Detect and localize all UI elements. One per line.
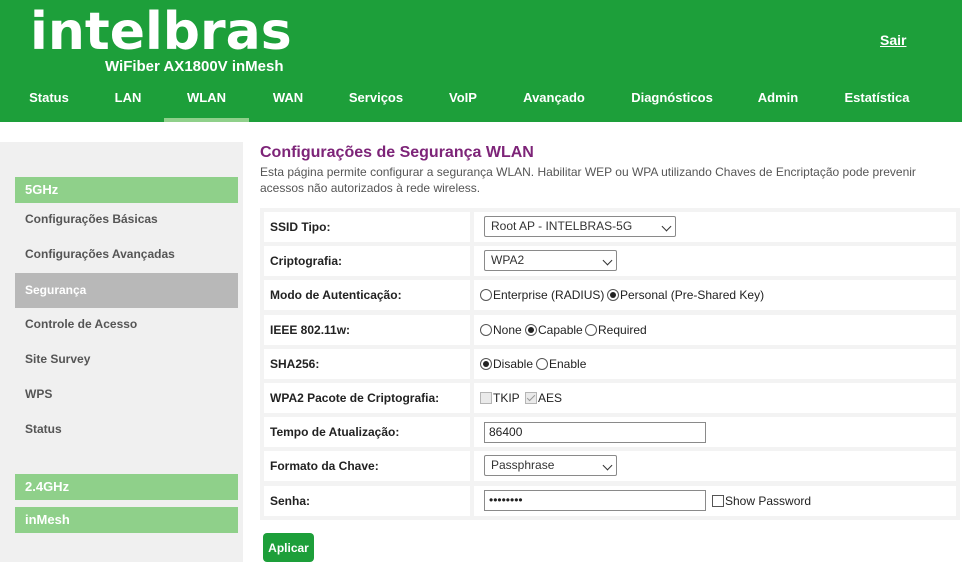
form-row-key-format: Formato da Chave: Passphrase [264, 451, 956, 481]
auth-mode-option-personal[interactable]: Personal (Pre-Shared Key) [607, 288, 764, 302]
ieee80211w-label: IEEE 802.11w: [264, 315, 470, 345]
key-format-select[interactable]: Passphrase [484, 455, 617, 476]
form-row-password: Senha: •••••••• Show Password [264, 486, 956, 516]
ieee80211w-option-capable[interactable]: Capable [525, 323, 583, 337]
sidebar-group-5ghz[interactable]: 5GHz [15, 177, 238, 203]
page-description: Esta página permite configurar a seguran… [260, 165, 916, 195]
show-password-option[interactable]: Show Password [712, 494, 811, 508]
nav-tab-admin[interactable]: Admin [746, 78, 810, 122]
apply-button[interactable]: Aplicar [263, 533, 314, 562]
form-row-auth-mode: Modo de Autenticação: Enterprise (RADIUS… [264, 280, 956, 310]
page-title: Configurações de Segurança WLAN [260, 144, 534, 161]
radio-button[interactable] [536, 358, 548, 370]
nav-tab-lan[interactable]: LAN [92, 78, 164, 122]
sidebar-item-site-survey[interactable]: Site Survey [15, 342, 238, 377]
intelbras-logo: intelbras [30, 2, 292, 62]
top-header: intelbras WiFiber AX1800V inMesh Sair St… [0, 0, 962, 122]
nav-tab-wan[interactable]: WAN [252, 78, 324, 122]
wpa2-cipher-option-aes[interactable]: AES [525, 391, 562, 405]
sidebar: 5GHz Configurações Básicas Configurações… [0, 142, 243, 562]
sha256-option-enable[interactable]: Enable [536, 357, 586, 371]
sidebar-group-24ghz[interactable]: 2.4GHz [15, 474, 238, 500]
chevron-down-icon [661, 221, 672, 232]
sha256-label: SHA256: [264, 349, 470, 379]
form-row-ieee80211w: IEEE 802.11w: None Capable Required [264, 315, 956, 345]
logout-link[interactable]: Sair [880, 32, 906, 48]
nav-tab-estatistica[interactable]: Estatística [834, 78, 920, 122]
ieee80211w-option-none[interactable]: None [480, 323, 522, 337]
auth-mode-option-enterprise[interactable]: Enterprise (RADIUS) [480, 288, 604, 302]
checkbox[interactable] [712, 495, 724, 507]
security-form: SSID Tipo: Root AP - INTELBRAS-5G Cripto… [260, 208, 960, 520]
ssid-type-value: Root AP - INTELBRAS-5G [491, 219, 633, 233]
ieee80211w-option-required[interactable]: Required [585, 323, 647, 337]
nav-tab-servicos[interactable]: Serviços [330, 78, 422, 122]
encryption-value: WPA2 [491, 253, 525, 267]
nav-tab-diagnosticos[interactable]: Diagnósticos [620, 78, 724, 122]
nav-tab-voip[interactable]: VoIP [432, 78, 494, 122]
key-format-value: Passphrase [491, 458, 555, 472]
ssid-type-select[interactable]: Root AP - INTELBRAS-5G [484, 216, 676, 237]
password-label: Senha: [264, 486, 470, 516]
device-model: WiFiber AX1800V inMesh [105, 58, 284, 75]
sidebar-item-seguranca[interactable]: Segurança [15, 273, 238, 308]
chevron-down-icon [602, 255, 613, 266]
chevron-down-icon [602, 460, 613, 471]
update-time-input[interactable]: 86400 [484, 422, 706, 443]
form-row-update-time: Tempo de Atualização: 86400 [264, 417, 956, 447]
radio-button[interactable] [585, 324, 597, 336]
wpa2-cipher-label: WPA2 Pacote de Criptografia: [264, 383, 470, 413]
main-nav: Status LAN WLAN WAN Serviços VoIP Avança… [0, 78, 962, 122]
sidebar-group-inmesh[interactable]: inMesh [15, 507, 238, 533]
nav-tab-wlan[interactable]: WLAN [164, 78, 249, 122]
encryption-select[interactable]: WPA2 [484, 250, 617, 271]
radio-button-selected[interactable] [480, 358, 492, 370]
radio-button-selected[interactable] [525, 324, 537, 336]
form-row-sha256: SHA256: Disable Enable [264, 349, 956, 379]
update-time-label: Tempo de Atualização: [264, 417, 470, 447]
checkbox[interactable] [480, 392, 492, 404]
sidebar-item-configuracoes-basicas[interactable]: Configurações Básicas [15, 202, 238, 237]
form-row-ssid-type: SSID Tipo: Root AP - INTELBRAS-5G [264, 212, 956, 242]
checkbox-checked[interactable] [525, 392, 537, 404]
sha256-option-disable[interactable]: Disable [480, 357, 533, 371]
key-format-label: Formato da Chave: [264, 451, 470, 481]
sidebar-item-controle-de-acesso[interactable]: Controle de Acesso [15, 307, 238, 342]
wpa2-cipher-option-tkip[interactable]: TKIP [480, 391, 520, 405]
radio-button-selected[interactable] [607, 289, 619, 301]
auth-mode-label: Modo de Autenticação: [264, 280, 470, 310]
sidebar-item-configuracoes-avancadas[interactable]: Configurações Avançadas [15, 237, 238, 272]
encryption-label: Criptografia: [264, 246, 470, 276]
sidebar-item-wps[interactable]: WPS [15, 377, 238, 412]
ssid-type-label: SSID Tipo: [264, 212, 470, 242]
password-input[interactable]: •••••••• [484, 490, 706, 511]
radio-button[interactable] [480, 289, 492, 301]
nav-tab-status[interactable]: Status [10, 78, 88, 122]
form-row-wpa2-cipher: WPA2 Pacote de Criptografia: TKIP AES [264, 383, 956, 413]
form-row-encryption: Criptografia: WPA2 [264, 246, 956, 276]
nav-tab-avancado[interactable]: Avançado [512, 78, 596, 122]
radio-button[interactable] [480, 324, 492, 336]
sidebar-item-status[interactable]: Status [15, 412, 238, 447]
